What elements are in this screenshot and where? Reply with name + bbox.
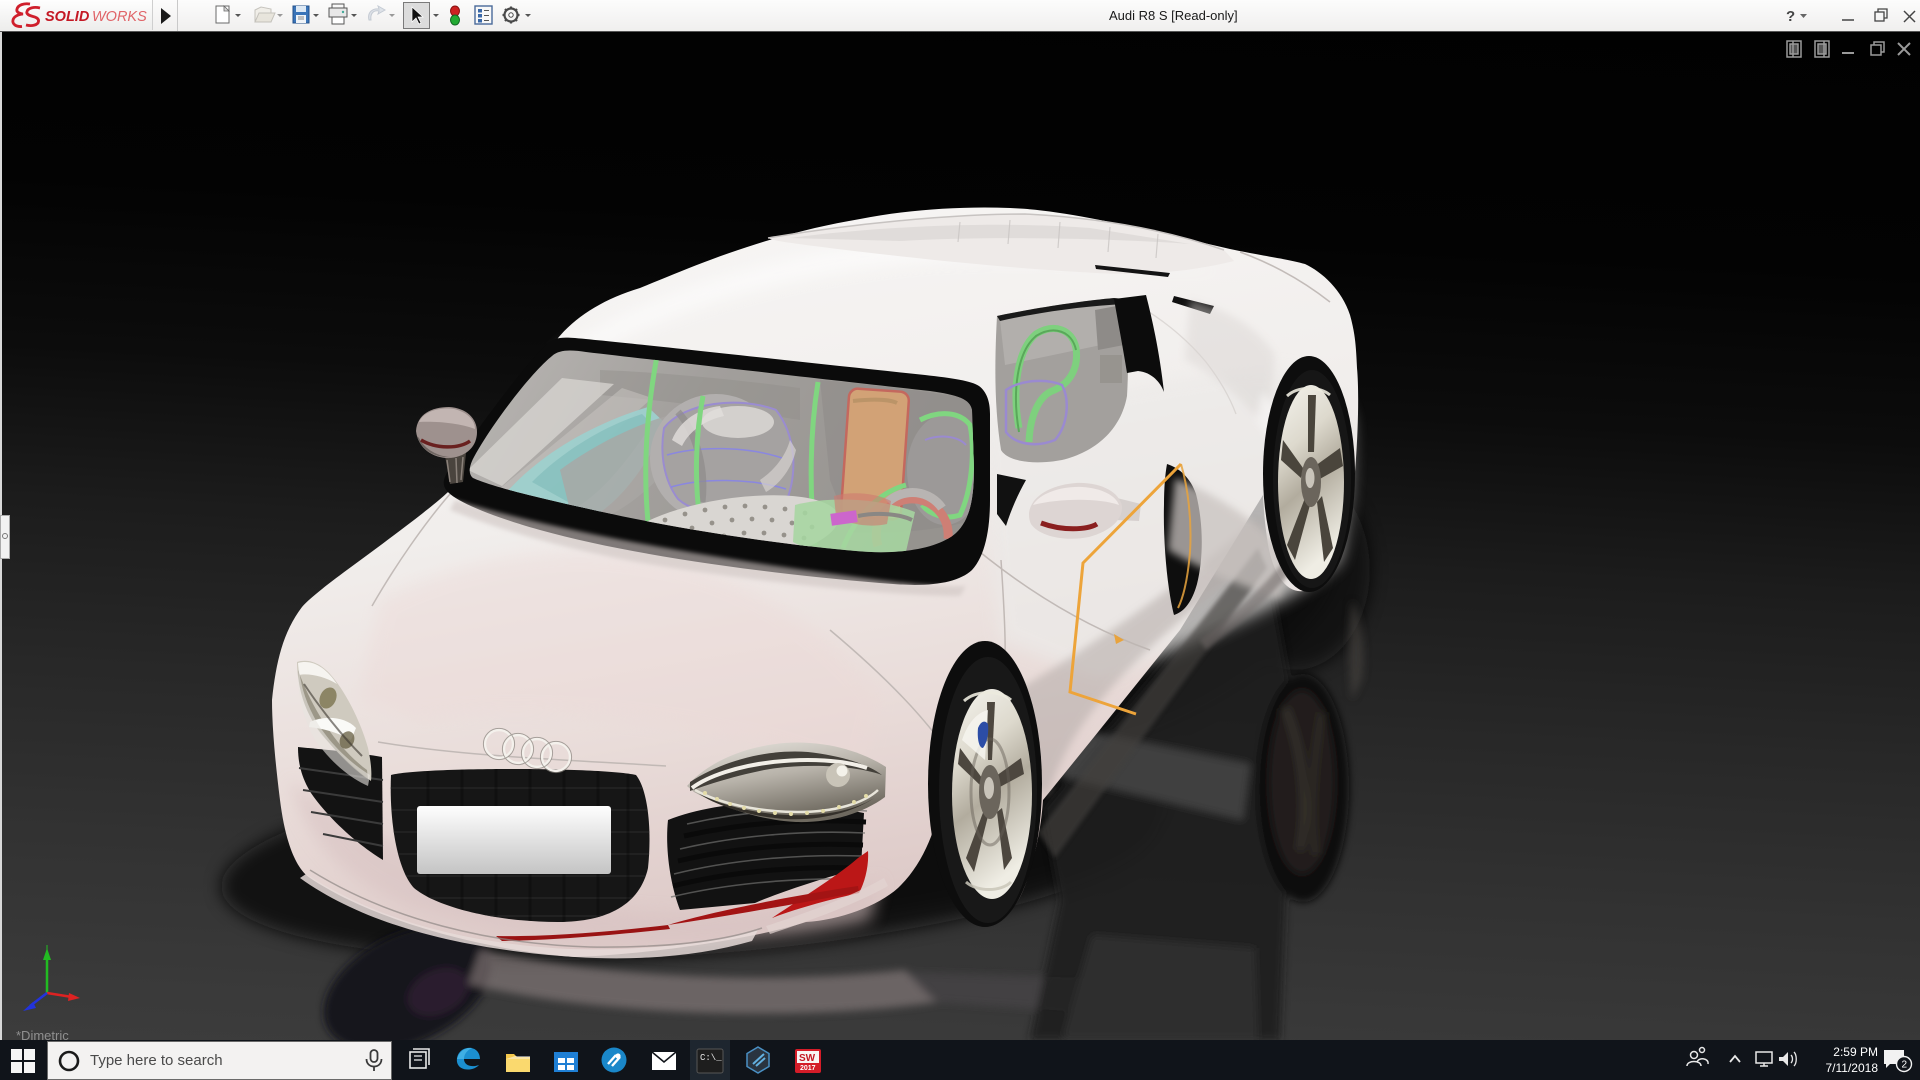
- svg-text:C:\_: C:\_: [700, 1053, 722, 1063]
- svg-text:SW: SW: [799, 1053, 816, 1064]
- svg-text:WORKS: WORKS: [92, 9, 147, 25]
- svg-text:2: 2: [1902, 1060, 1908, 1071]
- svg-text:?: ?: [1786, 8, 1795, 25]
- svg-text:2017: 2017: [800, 1065, 816, 1072]
- svg-text:SOLID: SOLID: [45, 9, 90, 25]
